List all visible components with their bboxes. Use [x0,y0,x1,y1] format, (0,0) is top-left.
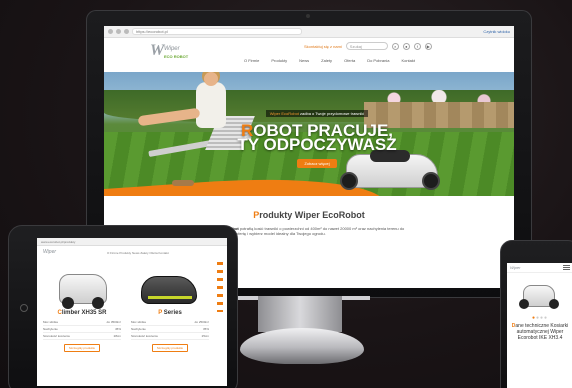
logo-sub: ECO ROBOT [164,54,189,59]
forward-icon[interactable] [116,29,121,34]
tablet-device: www.ecorobot.pl/produkty Wiper O Firmie … [8,225,238,388]
tablet-address-bar[interactable]: www.ecorobot.pl/produkty [37,238,227,246]
back-icon[interactable] [108,29,113,34]
hero-headline: ROBOT PRACUJE, TY ODPOCZYWASZ [237,121,397,154]
site-header: W Wiper ECO ROBOT Skontaktuj się z nami … [104,38,514,72]
product-image [43,268,121,309]
hero-text: Wiper EcoRobot zadba o Twoje przydomowe … [222,102,412,170]
product-specs: Moc silnika do 2500m² Nachylenie 35% Szero… [131,320,209,340]
site-logo[interactable]: W Wiper ECO ROBOT [150,42,202,66]
tablet-screen: www.ecorobot.pl/produkty Wiper O Firmie … [37,238,227,386]
nav-item-news[interactable]: News [299,58,309,63]
sandals [172,180,194,186]
tablet-nav[interactable]: O Firmie Produkty News Zalety Oferta Kon… [107,251,169,255]
carousel-dots[interactable]: ●●●● [507,315,572,321]
product-image [131,268,209,308]
monitor-stand-neck [258,296,342,332]
header-tools: Skontaktuj się z nami Szukaj ⌕ ● f ▶ [304,42,432,50]
nav-item-produkty[interactable]: Produkty [271,58,287,63]
nav-item-zalety[interactable]: Zalety [321,58,332,63]
product-details-button[interactable]: Szczegóły produktu [64,344,100,352]
product-details-button[interactable]: Szczegóły produktu [152,344,188,352]
user-icon[interactable]: ● [402,42,410,50]
nav-item-kontakt[interactable]: Kontakt [401,58,415,63]
search-icon[interactable]: ⌕ [391,42,399,50]
browser-toolbar: https://ecorobot.pl Czytnik widoku [104,26,514,38]
hero-cta-button[interactable]: Zobacz więcej [297,159,337,168]
phone-site-header: Wiper [507,263,572,273]
tablet-site-header: Wiper O Firmie Produkty News Zalety Ofer… [37,246,227,260]
facebook-icon[interactable]: f [413,42,421,50]
menu-icon[interactable] [563,265,570,270]
reader-view-button[interactable]: Czytnik widoku [483,29,510,34]
monitor-stand-base [240,328,364,364]
phone-product-image [507,281,572,315]
camera-icon [306,14,310,18]
product-name: Climber XH35 SR [57,310,107,316]
phone-screen: Wiper ●●●● Dane techniczne Kosiarki auto… [507,263,572,388]
nav-item-oferta[interactable]: Oferta [344,58,355,63]
product-card[interactable]: P Series Moc silnika do 2500m² Nachylenie… [131,268,209,352]
nav-item-o-firmie[interactable]: O Firmie [244,58,259,63]
search-input[interactable]: Szukaj [345,42,388,50]
home-button[interactable] [20,304,28,312]
tablet-logo[interactable]: Wiper [43,249,56,255]
tablet-product-list: Climber XH35 SR Moc silnika do 3500m² Nac… [43,268,213,352]
products-intro: Wiper Ecorobot potrafią kosić trawniki o… [209,226,405,236]
products-heading: Produkty Wiper EcoRobot [253,210,365,220]
product-specs: Moc silnika do 3500m² Nachylenie 45% Szero… [43,320,121,340]
product-name: P Series [158,310,182,316]
address-bar[interactable]: https://ecorobot.pl [132,28,302,35]
contact-link[interactable]: Skontaktuj się z nami [304,44,342,49]
nav-item-do-pobrania[interactable]: Do Pobrania [367,58,389,63]
phone-logo[interactable]: Wiper [510,265,520,270]
logo-name: Wiper [164,46,180,52]
product-card[interactable]: Climber XH35 SR Moc silnika do 3500m² Nac… [43,268,121,352]
main-nav: O Firmie Produkty News Zalety Oferta Do … [244,58,415,63]
hero-banner: Wiper EcoRobot zadba o Twoje przydomowe … [104,72,514,196]
phone-product-description: Dane techniczne Kosiarki automatycznej W… [511,323,569,341]
phone-device: Wiper ●●●● Dane techniczne Kosiarki auto… [500,240,572,388]
reload-icon[interactable] [124,29,129,34]
tablet-side-bar [217,262,223,312]
youtube-icon[interactable]: ▶ [424,42,432,50]
hero-tagline: Wiper EcoRobot zadba o Twoje przydomowe … [265,110,369,117]
logo-mark: W [150,42,165,59]
